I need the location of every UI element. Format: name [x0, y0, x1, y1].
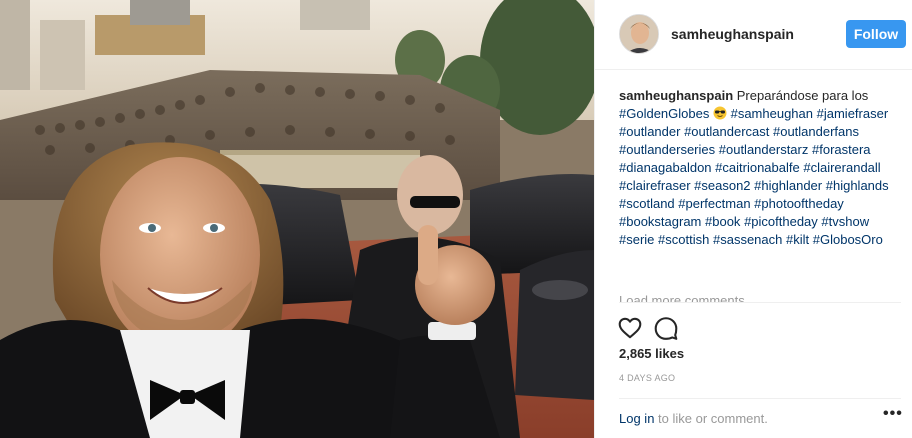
- hashtag-link[interactable]: #bookstagram: [619, 214, 701, 229]
- post-actions: [617, 302, 901, 350]
- heart-icon[interactable]: [617, 315, 643, 341]
- caption-text: Preparándose para los: [736, 88, 869, 103]
- avatar-image: [620, 15, 658, 53]
- post-timestamp[interactable]: 4 DAYS AGO: [619, 373, 675, 383]
- hashtag-link[interactable]: #highlands: [826, 178, 889, 193]
- comments-section: samheughanspain Preparándose para los #G…: [619, 87, 901, 303]
- hashtag-link[interactable]: #dianagabaldon: [619, 160, 712, 175]
- hashtag-link[interactable]: #outlanderseries: [619, 142, 715, 157]
- hashtag-link[interactable]: #samheughan: [731, 106, 813, 121]
- post-photo[interactable]: [0, 0, 594, 438]
- hashtag-link[interactable]: #forastera: [812, 142, 871, 157]
- caption: samheughanspain Preparándose para los #G…: [619, 87, 901, 249]
- login-prompt: Log in to like or comment.: [619, 411, 768, 426]
- follow-button[interactable]: Follow: [846, 20, 906, 48]
- hashtag-link[interactable]: #book: [705, 214, 740, 229]
- hashtag-link[interactable]: #GlobosOro: [813, 232, 883, 247]
- hashtag-link[interactable]: #caitrionabalfe: [715, 160, 800, 175]
- hashtag-link[interactable]: #jamiefraser: [817, 106, 889, 121]
- more-options-icon[interactable]: •••: [883, 406, 902, 425]
- username-link[interactable]: samheughanspain: [671, 26, 794, 42]
- avatar[interactable]: [619, 14, 659, 54]
- post-footer: Log in to like or comment. •••: [619, 398, 902, 438]
- hashtag-link[interactable]: #GoldenGlobes: [619, 106, 709, 121]
- hashtag-link[interactable]: #season2: [694, 178, 750, 193]
- post-header: samheughanspain Follow: [595, 0, 912, 70]
- hashtag-link[interactable]: #scottish: [658, 232, 709, 247]
- hashtag-link[interactable]: #perfectman: [678, 196, 750, 211]
- photo-illustration: [0, 0, 594, 438]
- hashtag-link[interactable]: #serie: [619, 232, 654, 247]
- hashtag-link[interactable]: #tvshow: [821, 214, 869, 229]
- hashtag-link[interactable]: #scotland: [619, 196, 675, 211]
- hashtag-link[interactable]: #outlandercast: [684, 124, 769, 139]
- hashtag-link[interactable]: #photooftheday: [754, 196, 844, 211]
- hashtag-link[interactable]: #outlanderstarz: [719, 142, 809, 157]
- likes-count[interactable]: 2,865 likes: [619, 346, 684, 361]
- hashtag-link[interactable]: #kilt: [786, 232, 809, 247]
- hashtag-link[interactable]: #sassenach: [713, 232, 782, 247]
- caption-author[interactable]: samheughanspain: [619, 88, 733, 103]
- login-prompt-text: to like or comment.: [654, 411, 768, 426]
- comment-icon[interactable]: [653, 315, 679, 341]
- post-sidebar: samheughanspain Follow samheughanspain P…: [594, 0, 912, 438]
- hashtag-link[interactable]: #outlander: [619, 124, 680, 139]
- hashtag-link[interactable]: #clairefraser: [619, 178, 691, 193]
- hashtag-link[interactable]: #picoftheday: [744, 214, 818, 229]
- hashtag-link[interactable]: #clairerandall: [803, 160, 880, 175]
- login-link[interactable]: Log in: [619, 411, 654, 426]
- sunglasses-emoji-icon: [713, 106, 727, 120]
- hashtag-link[interactable]: #highlander: [754, 178, 822, 193]
- hashtag-link[interactable]: #outlanderfans: [773, 124, 859, 139]
